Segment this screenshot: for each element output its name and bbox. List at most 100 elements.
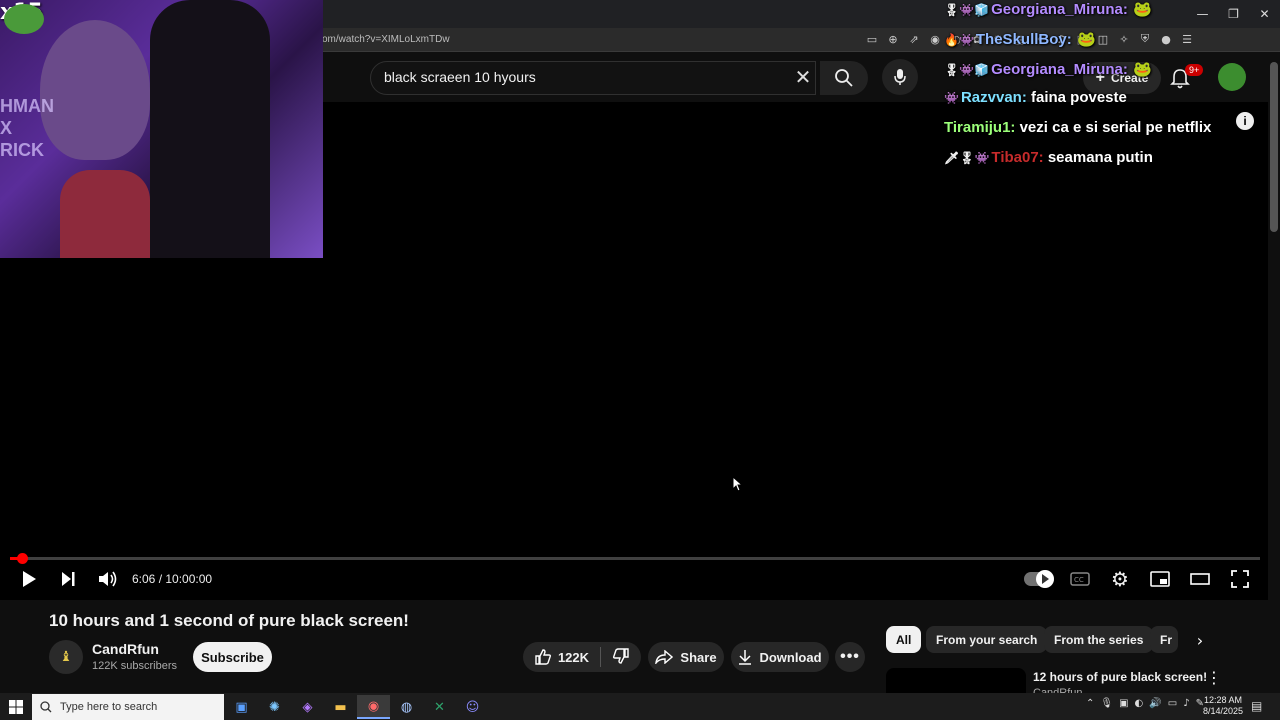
skip-next-icon bbox=[62, 572, 75, 586]
extension-icon[interactable]: ✧ bbox=[1116, 31, 1132, 47]
channel-name[interactable]: CandRfun bbox=[92, 641, 159, 657]
copilot-icon[interactable]: ✺ bbox=[258, 695, 291, 719]
like-divider bbox=[600, 647, 602, 667]
more-horizontal-icon: ••• bbox=[840, 648, 860, 665]
chat-emote: 🐸 bbox=[1127, 0, 1152, 18]
autoplay-toggle-knob[interactable] bbox=[1036, 570, 1054, 588]
minimize-button[interactable]: — bbox=[1187, 0, 1218, 28]
notifications-center-icon[interactable]: ▤ bbox=[1251, 699, 1262, 713]
excel-icon[interactable]: ✕ bbox=[423, 695, 456, 719]
extension-icon[interactable]: ● bbox=[1158, 31, 1174, 47]
speaker-icon[interactable]: 🔊 bbox=[1149, 698, 1161, 709]
task-view-icon[interactable]: ▣ bbox=[225, 695, 258, 719]
share-label: Share bbox=[680, 649, 717, 665]
theater-icon bbox=[1190, 573, 1210, 585]
system-tray: ⌃ 🎙 ▣ ◐ 🔊 ▭ ♪ ✎ bbox=[1086, 698, 1204, 709]
chat-message: 🗡🎖👾 Tiba07: seamana putin bbox=[944, 149, 1153, 166]
chat-message: 🎖👾🧊 Georgiana_Miruna: 🐸 bbox=[944, 0, 1152, 18]
clear-search-icon[interactable]: ✕ bbox=[792, 66, 814, 88]
fullscreen-button[interactable] bbox=[1226, 566, 1254, 592]
discord-icon[interactable]: ☺ bbox=[456, 695, 489, 719]
start-button[interactable] bbox=[0, 693, 32, 720]
share-button[interactable]: Share bbox=[648, 642, 724, 672]
share-icon bbox=[655, 650, 674, 664]
chevron-right-icon[interactable]: › bbox=[1190, 630, 1210, 650]
chat-username: Razvvan: bbox=[960, 89, 1027, 106]
chat-username: Tiba07: bbox=[991, 149, 1044, 166]
recommendation-thumbnail[interactable] bbox=[886, 668, 1026, 694]
network-icon[interactable]: ▭ bbox=[1168, 698, 1177, 709]
info-icon[interactable]: i bbox=[1236, 112, 1254, 130]
reader-icon[interactable]: ▭ bbox=[864, 31, 880, 47]
pepe-emote bbox=[4, 4, 44, 34]
chat-badges: 🗡🎖👾 bbox=[944, 151, 990, 165]
chat-message: Tiramiju1: vezi ca e si serial pe netfli… bbox=[944, 119, 1211, 136]
chip-truncated[interactable]: Fr bbox=[1150, 626, 1178, 653]
shield-icon[interactable]: ⛨ bbox=[1137, 31, 1153, 47]
search-icon bbox=[835, 69, 853, 87]
restore-button[interactable]: ❐ bbox=[1218, 0, 1249, 28]
chat-username: TheSkullBoy: bbox=[975, 31, 1072, 48]
miniplayer-button[interactable] bbox=[1146, 566, 1174, 592]
menu-icon[interactable]: ☰ bbox=[1179, 31, 1195, 47]
next-video-button[interactable] bbox=[54, 566, 82, 592]
windows-logo-icon bbox=[9, 699, 23, 714]
volume-button[interactable] bbox=[94, 566, 122, 592]
chat-username: Tiramiju1: bbox=[944, 119, 1016, 136]
like-button[interactable]: 122K bbox=[534, 648, 589, 666]
app-icon[interactable]: ◈ bbox=[291, 695, 324, 719]
search-button[interactable] bbox=[820, 61, 868, 95]
close-button[interactable]: ✕ bbox=[1249, 0, 1280, 28]
file-explorer-icon[interactable]: ▬ bbox=[324, 695, 357, 719]
chat-emote: 🐸 bbox=[1071, 30, 1096, 48]
streamer-webcam-overlay: HMAN X RICK x15 bbox=[0, 0, 323, 258]
microphone-icon[interactable]: 🎙 bbox=[1100, 698, 1113, 709]
extension-icon[interactable]: ◉ bbox=[927, 31, 943, 47]
chip-from-your-search[interactable]: From your search bbox=[926, 626, 1048, 653]
subscribe-button[interactable]: Subscribe bbox=[193, 642, 272, 672]
chevron-up-icon[interactable]: ⌃ bbox=[1086, 698, 1094, 709]
account-avatar[interactable] bbox=[1218, 63, 1246, 91]
chat-badges: 🎖👾🧊 bbox=[944, 63, 990, 77]
chat-badges: 👾 bbox=[944, 91, 959, 105]
voice-search-button[interactable] bbox=[882, 59, 918, 95]
split-view-icon[interactable]: ◫ bbox=[1095, 31, 1111, 47]
wall-sign-text: HMAN X RICK bbox=[0, 96, 54, 160]
search-icon bbox=[40, 701, 52, 713]
gear-icon: ⚙ bbox=[1111, 567, 1129, 591]
download-button[interactable]: Download bbox=[731, 642, 829, 672]
chat-badges: 🎖👾🧊 bbox=[944, 3, 990, 17]
volume-icon[interactable]: ♪ bbox=[1183, 698, 1189, 709]
search-input[interactable]: black scraeen 10 hyours bbox=[384, 69, 536, 85]
theater-mode-button[interactable] bbox=[1186, 566, 1214, 592]
captions-button[interactable]: CC bbox=[1066, 566, 1094, 592]
chat-username: Georgiana_Miruna: bbox=[991, 1, 1128, 18]
chat-text: seamana putin bbox=[1043, 149, 1153, 166]
browser-taskbar-icon[interactable]: ◉ bbox=[357, 695, 390, 719]
tray-app-icon[interactable]: ▣ bbox=[1119, 698, 1128, 709]
share-page-icon[interactable]: ⇗ bbox=[906, 31, 922, 47]
mouse-cursor bbox=[732, 475, 744, 497]
more-vertical-icon[interactable]: ⋮ bbox=[1206, 668, 1222, 687]
taskbar-search[interactable]: Type here to search bbox=[32, 694, 224, 720]
zoom-icon[interactable]: ⊕ bbox=[885, 31, 901, 47]
url-text[interactable]: om/watch?v=XIMLoLxmTDw bbox=[322, 34, 450, 45]
channel-avatar[interactable]: ♝ bbox=[49, 640, 83, 674]
page-scrollbar[interactable] bbox=[1270, 62, 1278, 232]
settings-button[interactable]: ⚙ bbox=[1106, 566, 1134, 592]
person-silhouette bbox=[150, 0, 270, 258]
chip-all[interactable]: All bbox=[886, 626, 922, 653]
dislike-button[interactable] bbox=[612, 647, 630, 668]
recommendation-title[interactable]: 12 hours of pure black screen! bbox=[1033, 670, 1207, 684]
chip-from-the-series[interactable]: From the series bbox=[1044, 626, 1154, 653]
download-icon bbox=[739, 650, 752, 665]
steam-icon[interactable]: ◍ bbox=[390, 695, 423, 719]
taskbar-clock[interactable]: 12:28 AM 8/14/2025 bbox=[1200, 695, 1246, 717]
tray-app-icon[interactable]: ◐ bbox=[1135, 698, 1144, 709]
progress-scrubber-handle[interactable] bbox=[17, 553, 28, 564]
taskbar-search-placeholder: Type here to search bbox=[60, 701, 158, 713]
play-button[interactable] bbox=[15, 566, 43, 592]
chat-message: 🔥👾 TheSkullBoy: 🐸 bbox=[944, 30, 1096, 48]
more-actions-button[interactable]: ••• bbox=[835, 642, 865, 672]
progress-bar[interactable] bbox=[10, 557, 1260, 560]
